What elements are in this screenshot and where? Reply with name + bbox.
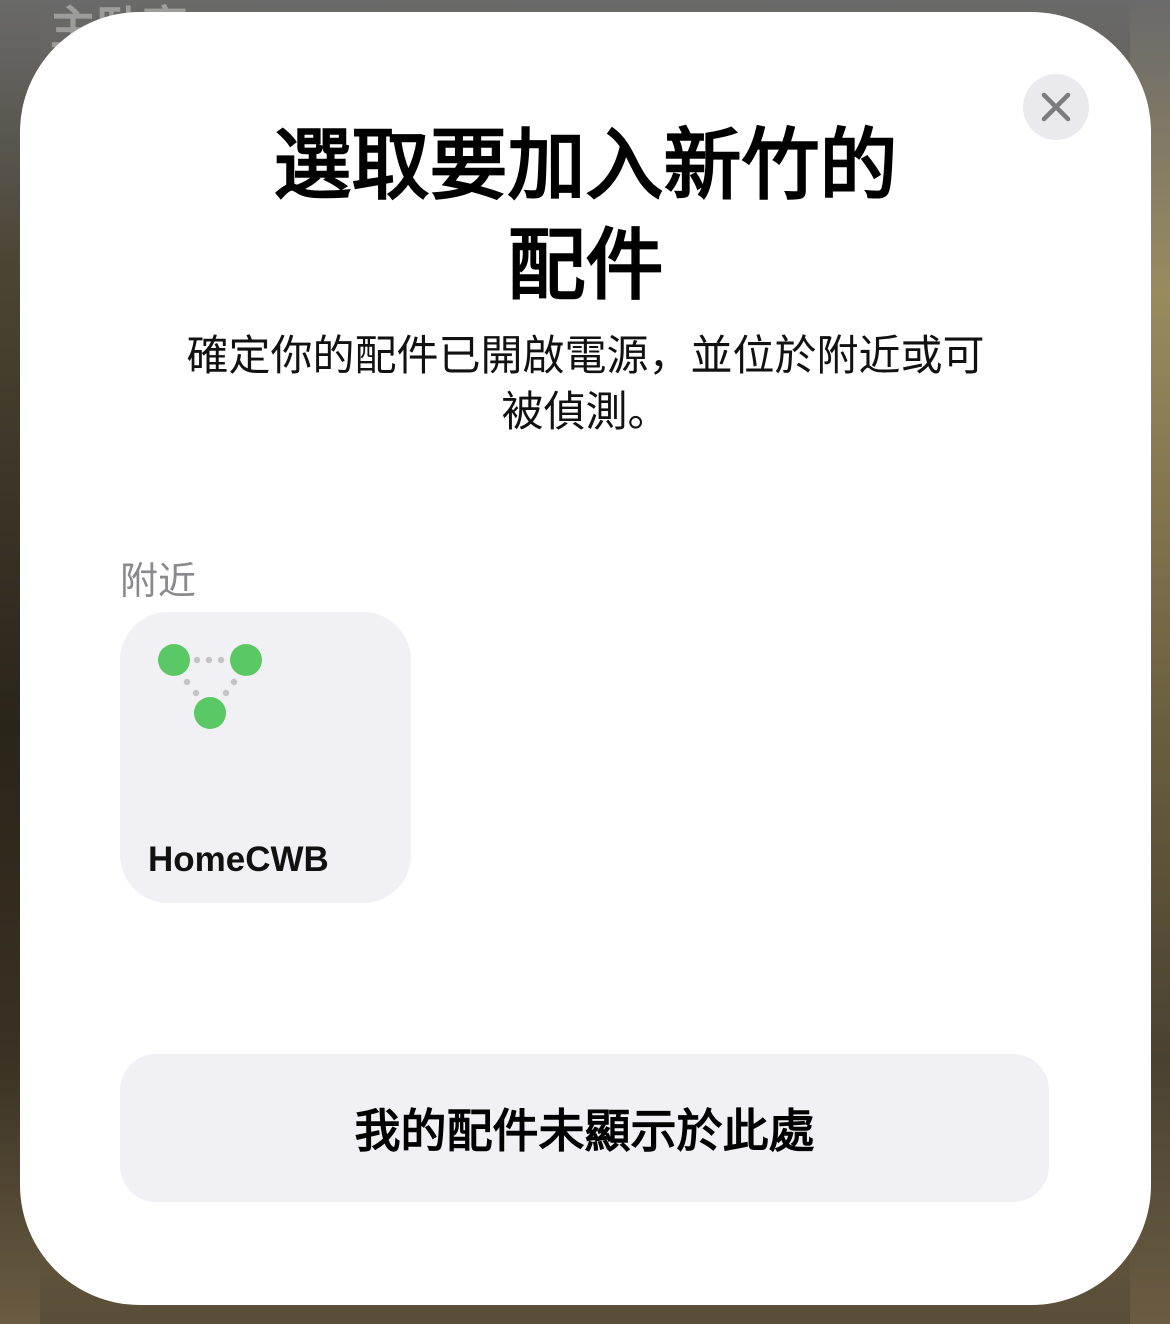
nearby-section-label: 附近 (120, 559, 197, 603)
accessory-not-shown-button[interactable]: 我的配件未顯示於此處 (120, 1054, 1049, 1202)
mesh-network-icon (158, 644, 262, 729)
title-line-1: 選取要加入新竹的 (273, 121, 898, 211)
instructions-text: 確定你的配件已開啟電源，並位於附近或可 被偵測。 (20, 328, 1151, 440)
accessory-tile-homecwb[interactable]: HomeCWB (120, 612, 411, 903)
add-accessory-sheet: 選取要加入新竹的 配件 確定你的配件已開啟電源，並位於附近或可 被偵測。 附近 … (20, 12, 1151, 1305)
instructions-line-2: 被偵測。 (501, 387, 670, 436)
title-line-2: 配件 (507, 221, 664, 311)
instructions-line-1: 確定你的配件已開啟電源，並位於附近或可 (186, 331, 985, 380)
accessory-name: HomeCWB (148, 840, 329, 879)
page-title: 選取要加入新竹的 配件 (20, 116, 1151, 316)
